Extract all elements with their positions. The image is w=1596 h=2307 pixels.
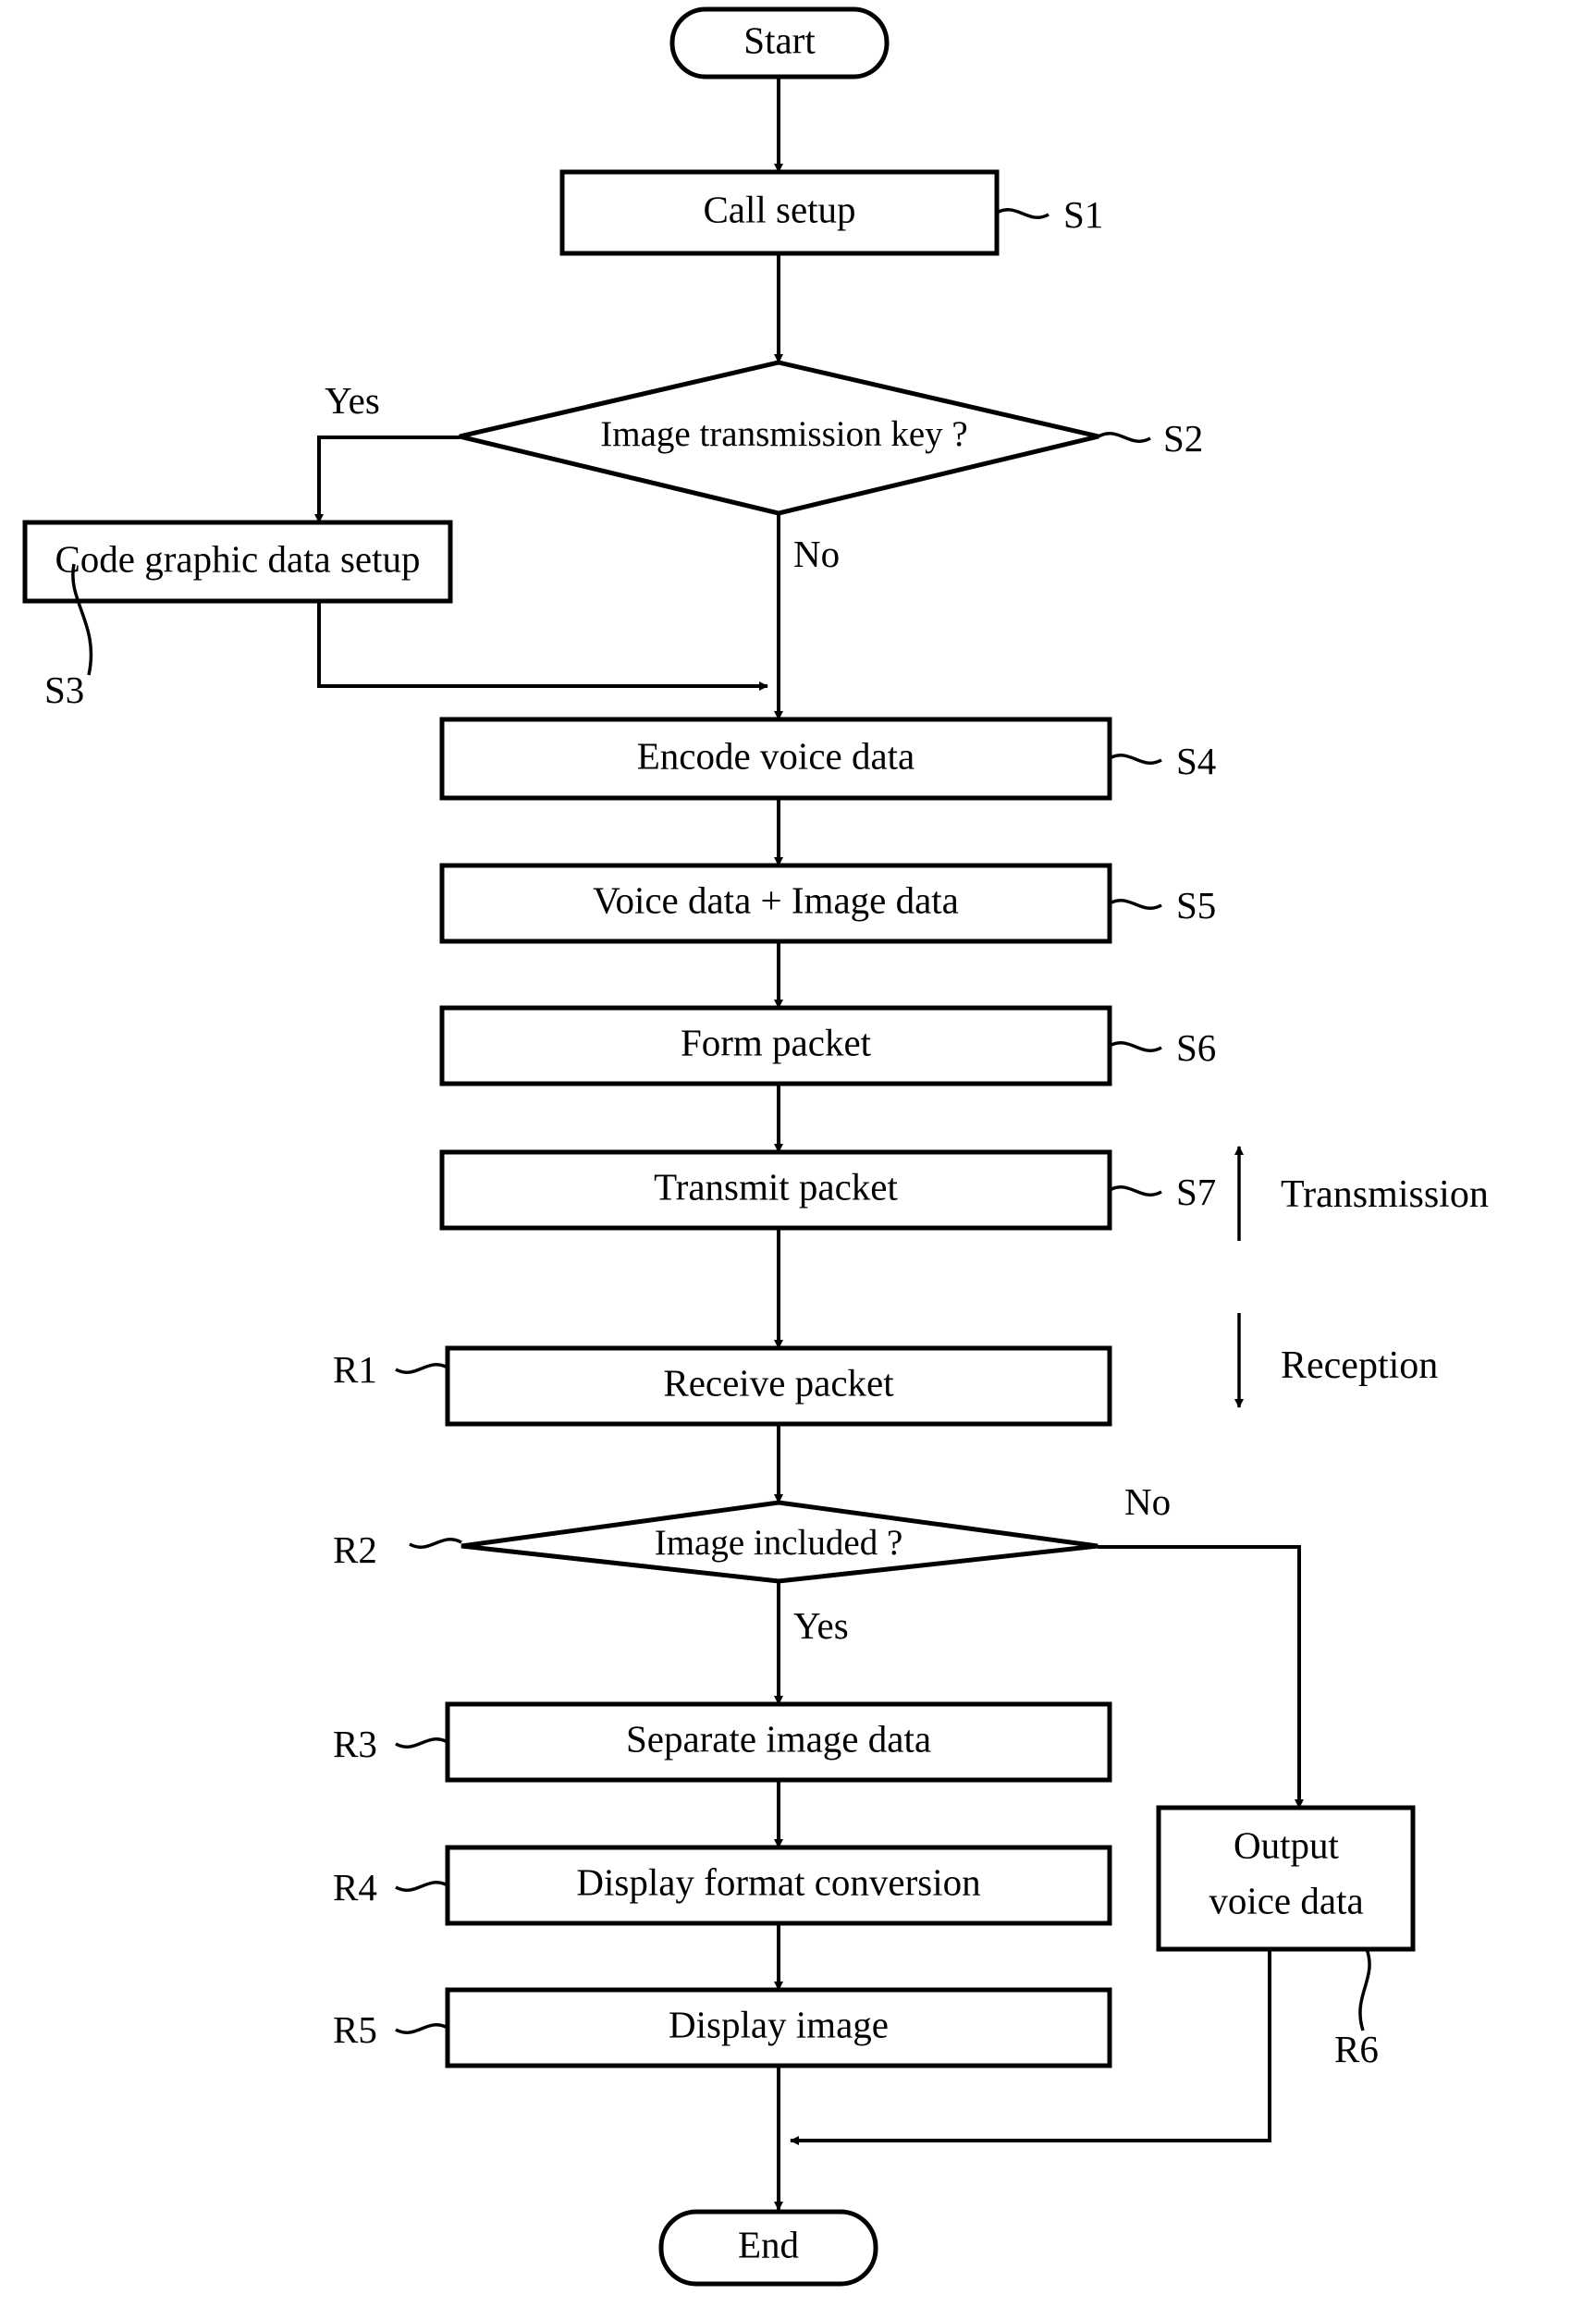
leader-s2 (1098, 432, 1151, 443)
node-start-label: Start (743, 18, 816, 61)
flowchart-page: Start Call setup S1 Image transmission k… (0, 0, 1596, 2307)
node-s6-label: Form packet (681, 1021, 872, 1063)
node-r4-label: Display format conversion (576, 1860, 980, 1903)
tag-s5: S5 (1176, 884, 1216, 926)
tag-s6: S6 (1176, 1026, 1216, 1069)
node-s6[interactable]: Form packet (439, 1005, 1112, 1086)
node-s1[interactable]: Call setup (559, 169, 1000, 256)
node-end-label: End (738, 2223, 799, 2265)
leader-s1 (996, 208, 1050, 219)
phase-label-reception: Reception (1281, 1344, 1438, 1387)
flowchart-canvas: Start Call setup S1 Image transmission k… (22, 6, 1489, 2287)
branch-label-r2-yes: Yes (793, 1604, 849, 1647)
node-r6[interactable]: Output voice data (1156, 1805, 1416, 1952)
node-r5[interactable]: Display image (445, 1987, 1112, 2068)
node-end[interactable]: End (658, 2209, 878, 2287)
branch-label-s2-no: No (793, 533, 840, 575)
node-r2-label: Image included ? (655, 1523, 903, 1563)
node-s3[interactable]: Code graphic data setup (22, 520, 453, 604)
tag-r5: R5 (333, 2008, 377, 2051)
node-r6-label-line1: Output (1234, 1823, 1340, 1866)
node-r1-label: Receive packet (663, 1361, 894, 1404)
leader-r3 (395, 1737, 448, 1749)
node-s1-label: Call setup (703, 188, 855, 230)
node-start[interactable]: Start (669, 6, 890, 80)
node-s7[interactable]: Transmit packet (439, 1149, 1112, 1231)
leader-s4 (1109, 754, 1162, 765)
node-s4[interactable]: Encode voice data (439, 717, 1112, 801)
tag-s4: S4 (1176, 740, 1216, 782)
leader-r2 (409, 1538, 462, 1549)
leader-s5 (1109, 899, 1162, 910)
tag-s1: S1 (1063, 193, 1103, 236)
node-s4-label: Encode voice data (637, 734, 915, 777)
edge-s2-yes-to-s3 (314, 436, 460, 523)
leader-r6 (1358, 1948, 1371, 2031)
leader-r4 (395, 1881, 448, 1892)
node-r1[interactable]: Receive packet (445, 1345, 1112, 1427)
phase-label-transmission: Transmission (1281, 1173, 1489, 1216)
tag-s7: S7 (1176, 1171, 1216, 1213)
leader-r1 (395, 1363, 448, 1374)
node-s7-label: Transmit packet (654, 1165, 898, 1208)
node-r2[interactable]: Image included ? (460, 1500, 1099, 1584)
branch-label-s2-yes: Yes (325, 379, 380, 422)
edge-s3-to-main (317, 601, 768, 691)
node-s3-label: Code graphic data setup (55, 537, 420, 580)
leader-s3 (71, 563, 93, 676)
tag-r2: R2 (333, 1528, 377, 1571)
tag-r6: R6 (1334, 2028, 1379, 2070)
leader-s7 (1109, 1185, 1162, 1196)
edge-r2-no-to-r6 (1098, 1545, 1304, 1809)
node-s5-label: Voice data + Image data (593, 878, 959, 921)
tag-s3: S3 (44, 669, 84, 711)
branch-label-r2-no: No (1124, 1480, 1171, 1523)
node-s2-label: Image transmission key ? (600, 414, 967, 454)
tag-s2: S2 (1163, 417, 1203, 460)
node-s2[interactable]: Image transmission key ? (459, 360, 1099, 516)
tag-r1: R1 (333, 1348, 377, 1391)
tag-r3: R3 (333, 1723, 377, 1765)
tag-r4: R4 (333, 1866, 377, 1908)
leader-s6 (1109, 1041, 1162, 1052)
leader-r5 (395, 2023, 448, 2034)
node-s5[interactable]: Voice data + Image data (439, 863, 1112, 944)
node-r6-label-line2: voice data (1209, 1879, 1363, 1921)
node-r3[interactable]: Separate image data (445, 1701, 1112, 1783)
node-r4[interactable]: Display format conversion (445, 1845, 1112, 1926)
node-r5-label: Display image (669, 2003, 889, 2045)
node-r3-label: Separate image data (626, 1717, 931, 1760)
